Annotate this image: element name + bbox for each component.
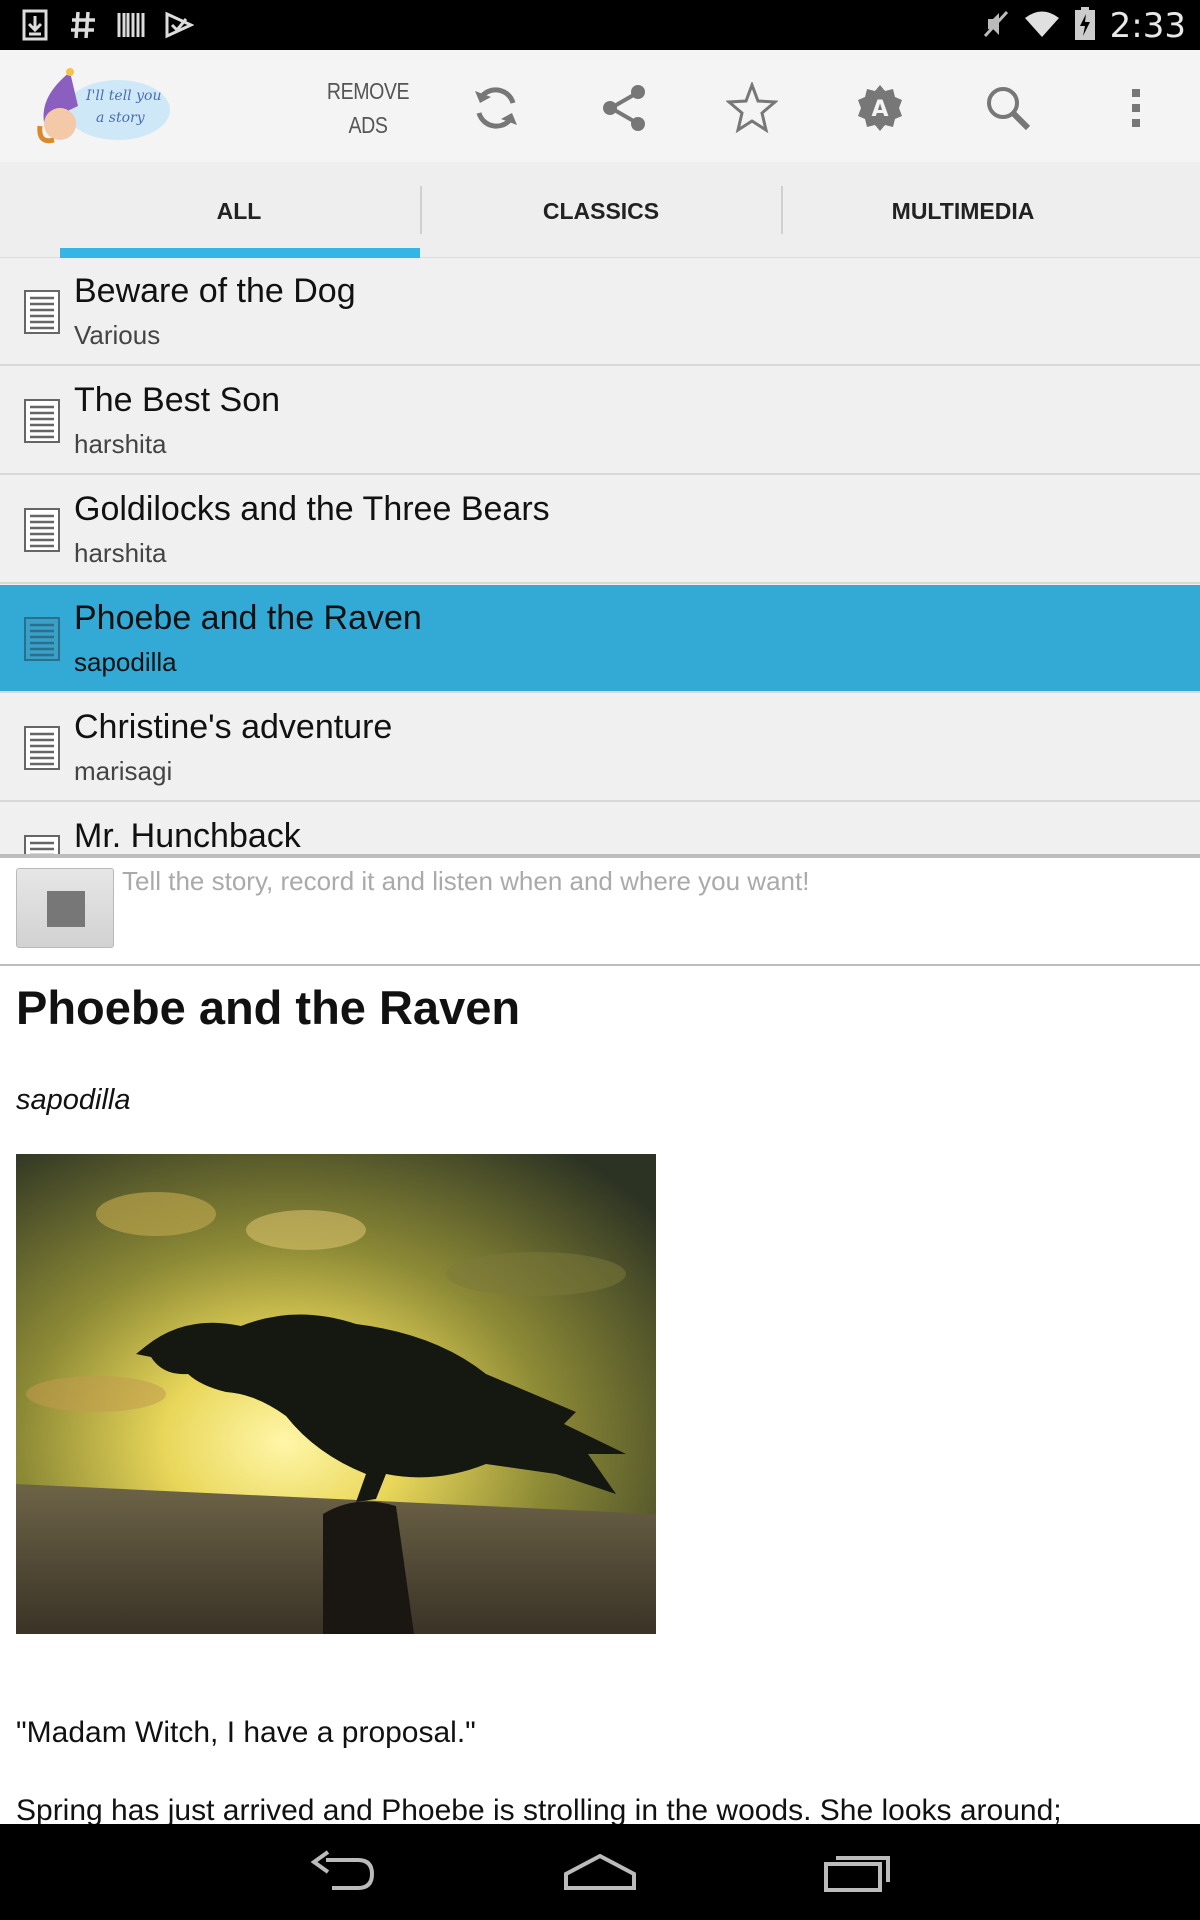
list-item[interactable]: Mr. Hunchback bbox=[0, 803, 1200, 854]
story-title: The Best Son bbox=[74, 381, 281, 419]
story-title: Mr. Hunchback bbox=[74, 817, 301, 854]
download-icon bbox=[20, 8, 50, 42]
list-item[interactable]: The Best Son harshita bbox=[0, 367, 1200, 475]
story-title: Goldilocks and the Three Bears bbox=[74, 490, 550, 528]
story-byline: sapodilla bbox=[16, 1084, 131, 1116]
share-icon[interactable] bbox=[594, 78, 654, 138]
story-list[interactable]: Beware of the Dog Various The Best Son h… bbox=[0, 258, 1200, 854]
search-icon[interactable] bbox=[978, 78, 1038, 138]
status-bar: 2:33 bbox=[0, 0, 1200, 50]
tab-multimedia[interactable]: MULTIMEDIA bbox=[782, 162, 1144, 258]
document-icon bbox=[24, 617, 60, 661]
tab-all[interactable]: ALL bbox=[58, 162, 420, 258]
app-logo[interactable]: I'll tell you a story bbox=[30, 66, 172, 146]
list-item[interactable]: Beware of the Dog Various bbox=[0, 258, 1200, 366]
story-heading: Phoebe and the Raven bbox=[16, 981, 521, 1034]
svg-text:A: A bbox=[871, 97, 888, 122]
svg-text:I'll tell you: I'll tell you bbox=[85, 88, 161, 104]
list-item[interactable]: Christine's adventure marisagi bbox=[0, 694, 1200, 802]
back-icon[interactable] bbox=[298, 1842, 388, 1902]
action-bar: I'll tell you a story REMOVE ADS A bbox=[0, 50, 1200, 162]
story-paragraph: "Madam Witch, I have a proposal." bbox=[16, 1716, 476, 1749]
remove-ads-button[interactable]: REMOVE ADS bbox=[326, 74, 411, 142]
notification-icons bbox=[20, 8, 194, 42]
story-author: harshita bbox=[74, 429, 167, 459]
story-author: sapodilla bbox=[74, 647, 177, 677]
hashtag-icon bbox=[68, 8, 98, 42]
list-item[interactable]: Goldilocks and the Three Bears harshita bbox=[0, 476, 1200, 584]
story-title: Beware of the Dog bbox=[74, 272, 356, 310]
tab-indicator bbox=[60, 248, 420, 258]
checkmark-icon bbox=[164, 8, 194, 42]
star-icon[interactable] bbox=[722, 78, 782, 138]
stop-icon bbox=[47, 891, 85, 927]
system-icons: 2:33 bbox=[982, 6, 1186, 46]
recent-apps-icon[interactable] bbox=[812, 1842, 902, 1902]
refresh-icon[interactable] bbox=[466, 78, 526, 138]
home-icon[interactable] bbox=[555, 1842, 645, 1902]
stop-button[interactable] bbox=[16, 868, 114, 948]
clock: 2:33 bbox=[1109, 6, 1186, 46]
list-item-selected[interactable]: Phoebe and the Raven sapodilla bbox=[0, 585, 1200, 693]
story-title: Christine's adventure bbox=[74, 708, 393, 746]
document-icon bbox=[24, 835, 60, 854]
svg-text:a story: a story bbox=[96, 110, 146, 126]
badge-a-icon[interactable]: A bbox=[850, 78, 910, 138]
navigation-bar bbox=[0, 1824, 1200, 1920]
story-author: marisagi bbox=[74, 756, 173, 786]
story-author: harshita bbox=[74, 538, 167, 568]
tab-classics[interactable]: CLASSICS bbox=[420, 162, 782, 258]
document-icon bbox=[24, 726, 60, 770]
story-content[interactable]: Phoebe and the Raven sapodilla "Madam Wi… bbox=[0, 966, 1200, 1824]
remove-ads-line2: ADS bbox=[348, 112, 388, 138]
barcode-icon bbox=[116, 8, 146, 42]
story-paragraph: Spring has just arrived and Phoebe is st… bbox=[16, 1794, 1062, 1824]
record-bar: Tell the story, record it and listen whe… bbox=[0, 858, 1200, 966]
battery-charging-icon bbox=[1074, 6, 1096, 46]
overflow-menu-icon[interactable] bbox=[1106, 78, 1166, 138]
story-title: Phoebe and the Raven bbox=[74, 599, 422, 637]
category-tabs: ALL CLASSICS MULTIMEDIA bbox=[0, 162, 1200, 258]
document-icon bbox=[24, 508, 60, 552]
story-author: Various bbox=[74, 320, 161, 350]
document-icon bbox=[24, 399, 60, 443]
mute-icon bbox=[982, 9, 1010, 44]
wifi-icon bbox=[1024, 9, 1060, 44]
document-icon bbox=[24, 290, 60, 334]
remove-ads-line1: REMOVE bbox=[326, 78, 410, 104]
raven-illustration bbox=[16, 1154, 656, 1634]
record-hint: Tell the story, record it and listen whe… bbox=[122, 866, 810, 896]
